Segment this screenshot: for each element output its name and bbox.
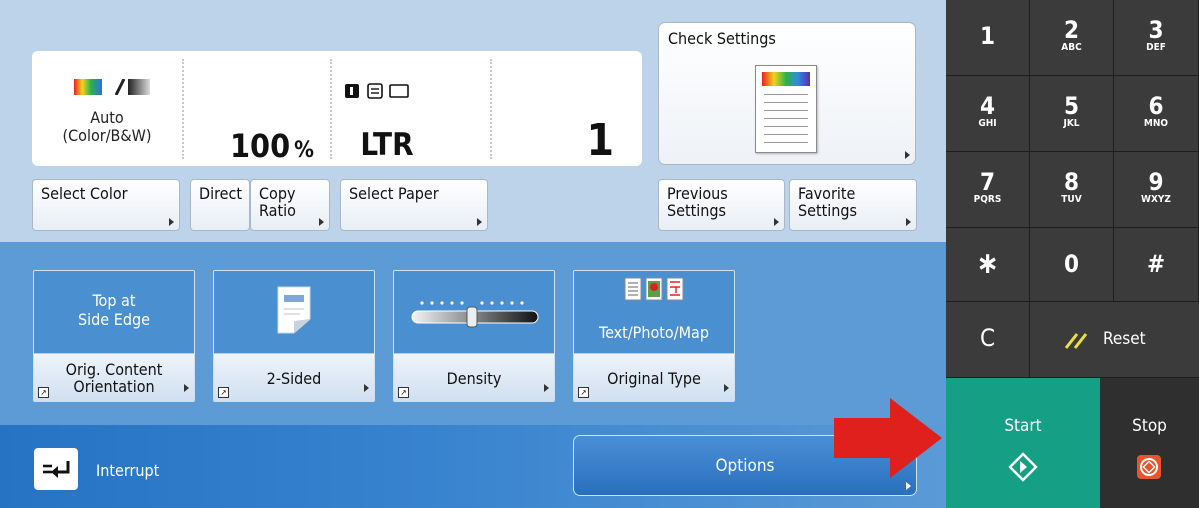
shortcut-icon: ↗: [398, 387, 409, 398]
two-sided-icon: [277, 286, 311, 334]
shortcut-icon: ↗: [218, 387, 229, 398]
tile-label: Orig. Content Orientation: [65, 360, 163, 396]
tile-label: Original Type: [607, 369, 701, 388]
color-mode-value: Auto (Color/B&W): [62, 108, 152, 145]
previous-settings-button[interactable]: Previous Settings: [658, 179, 785, 231]
check-settings-label: Check Settings: [668, 29, 776, 48]
start-icon: [1008, 452, 1038, 482]
expand-arrow-icon: [184, 384, 189, 392]
key-0[interactable]: 0: [1030, 228, 1114, 302]
stop-label: Stop: [1132, 416, 1167, 436]
stop-icon: [1137, 455, 1161, 479]
density-slider-icon: [411, 301, 539, 328]
orig-content-orientation-tile[interactable]: Top at Side Edge Orig. Content Orientati…: [33, 270, 195, 402]
red-arrow-annotation: [834, 398, 942, 478]
two-sided-tile[interactable]: 2-Sided ↗: [213, 270, 375, 402]
interrupt-icon: [43, 461, 70, 478]
expand-arrow-icon: [477, 218, 482, 226]
original-type-tile[interactable]: Text/Photo/Map Original Type ↗: [573, 270, 735, 402]
direct-button[interactable]: Direct: [190, 179, 250, 231]
reset-icon: [1064, 333, 1088, 349]
key-8[interactable]: 8 TUV: [1030, 152, 1114, 228]
expand-arrow-icon: [544, 384, 549, 392]
status-panel: Auto (Color/B&W) 100% LTR 1: [32, 51, 642, 166]
density-tile[interactable]: Density ↗: [393, 270, 555, 402]
orientation-value: Top at Side Edge: [78, 291, 150, 329]
key-2[interactable]: 2 ABC: [1030, 0, 1114, 76]
key-asterisk[interactable]: ∗: [946, 228, 1030, 302]
expand-arrow-icon: [319, 218, 324, 226]
select-paper-button[interactable]: Select Paper: [340, 179, 488, 231]
copy-ratio-value: 100%: [230, 127, 314, 165]
select-color-button[interactable]: Select Color: [32, 179, 180, 231]
start-button[interactable]: Start: [946, 378, 1100, 508]
shortcut-icon: ↗: [578, 387, 589, 398]
key-9[interactable]: 9 WXYZ: [1114, 152, 1199, 228]
stop-button[interactable]: Stop: [1100, 378, 1199, 508]
shortcut-icon: ↗: [38, 387, 49, 398]
favorite-settings-button[interactable]: Favorite Settings: [789, 179, 917, 231]
divider: [490, 59, 492, 159]
copies-count: 1: [586, 115, 614, 166]
original-type-value: Text/Photo/Map: [599, 323, 709, 342]
check-settings-button[interactable]: Check Settings: [658, 22, 916, 165]
paper-size-value: LTR: [360, 127, 414, 163]
expand-arrow-icon: [906, 218, 911, 226]
tile-label: Density: [446, 369, 502, 388]
key-4[interactable]: 4 GHI: [946, 76, 1030, 152]
expand-arrow-icon: [905, 151, 910, 159]
reset-label: Reset: [1103, 329, 1146, 349]
color-bw-icon: [74, 79, 150, 95]
tile-label: 2-Sided: [266, 369, 322, 388]
key-5[interactable]: 5 JKL: [1030, 76, 1114, 152]
expand-arrow-icon: [724, 384, 729, 392]
key-7[interactable]: 7 PQRS: [946, 152, 1030, 228]
copy-ratio-button[interactable]: Copy Ratio: [250, 179, 330, 231]
key-6[interactable]: 6 MNO: [1114, 76, 1199, 152]
paper-type-icons: [345, 83, 409, 99]
expand-arrow-icon: [169, 218, 174, 226]
keypad: 1 2 ABC 3 DEF 4 GHI 5 JKL 6 MNO 7 PQRS 8 TUV 9W…: [946, 0, 1199, 508]
reset-button[interactable]: Reset: [1030, 302, 1199, 378]
key-clear[interactable]: C: [946, 302, 1030, 378]
document-preview-icon: [755, 65, 817, 153]
key-3[interactable]: 3 DEF: [1114, 0, 1199, 76]
interrupt-button[interactable]: [34, 448, 78, 490]
original-type-icons: [624, 277, 684, 301]
expand-arrow-icon: [364, 384, 369, 392]
key-hash[interactable]: #: [1114, 228, 1199, 302]
expand-arrow-icon: [774, 218, 779, 226]
expand-arrow-icon: [906, 482, 911, 490]
divider: [182, 59, 184, 159]
start-label: Start: [1004, 416, 1042, 436]
interrupt-label[interactable]: Interrupt: [96, 461, 159, 480]
key-1[interactable]: 1: [946, 0, 1030, 76]
copy-screen: Auto (Color/B&W) 100% LTR 1 Check Settin…: [0, 0, 946, 508]
